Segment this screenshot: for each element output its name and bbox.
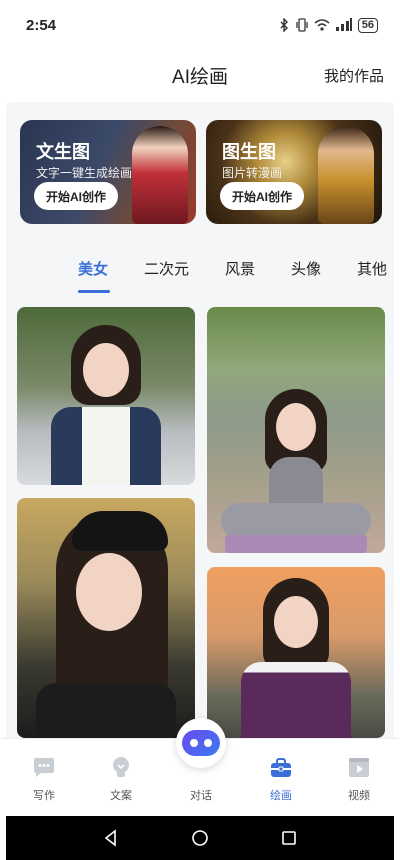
status-bar: 2:54 56: [0, 0, 400, 50]
nav-label: 写作: [33, 790, 55, 802]
active-tab-indicator: [78, 290, 110, 293]
system-navigation-bar: [6, 816, 394, 860]
banner-title: 图生图: [222, 142, 276, 162]
tab-scenery[interactable]: 风景: [225, 258, 255, 279]
nav-label: 文案: [110, 790, 132, 802]
gallery-image[interactable]: [207, 567, 385, 738]
banner-illustration: [132, 126, 188, 224]
wifi-icon: [314, 19, 330, 31]
banner-subtitle: 文字一键生成绘画: [36, 166, 133, 180]
start-ai-create-button[interactable]: 开始AI创作: [34, 182, 119, 210]
tab-avatar[interactable]: 头像: [291, 258, 321, 279]
banner-title: 文生图: [36, 142, 90, 162]
tab-beauty[interactable]: 美女: [78, 258, 108, 279]
banner-subtitle: 图片转漫画: [222, 166, 283, 180]
nav-item-painting[interactable]: 绘画: [253, 755, 309, 803]
image-to-image-banner[interactable]: 图生图 图片转漫画 开始AI创作: [206, 120, 382, 224]
portrait-figure: [26, 511, 186, 738]
category-tabs: 美女 二次元 风景 头像 其他: [6, 254, 394, 294]
portrait-figure: [51, 325, 161, 485]
nav-item-writing[interactable]: 写作: [16, 755, 72, 803]
tab-other[interactable]: 其他: [357, 258, 387, 279]
bot-icon: [182, 730, 220, 756]
video-icon: [349, 758, 369, 777]
toolbox-icon: [271, 758, 291, 777]
tab-anime[interactable]: 二次元: [144, 258, 189, 279]
home-icon[interactable]: [190, 828, 210, 848]
ai-chat-bot-button[interactable]: [176, 718, 226, 768]
portrait-figure: [241, 578, 351, 738]
recents-icon[interactable]: [279, 828, 299, 848]
gallery-image[interactable]: [207, 307, 385, 553]
battery-icon: 56: [357, 17, 378, 33]
chat-icon: [34, 758, 54, 777]
nav-item-copywriting[interactable]: 文案: [93, 755, 149, 803]
signal-icon: [335, 18, 352, 31]
app-header: AI绘画 我的作品: [0, 50, 400, 100]
content-area: 文生图 文字一键生成绘画 开始AI创作 图生图 图片转漫画 开始AI创作 美女 …: [6, 102, 394, 738]
gallery-image[interactable]: [17, 307, 195, 485]
bluetooth-icon: [280, 18, 288, 32]
status-icons: 56: [278, 17, 378, 33]
lightbulb-icon: [113, 757, 129, 777]
start-ai-create-button[interactable]: 开始AI创作: [220, 182, 305, 210]
back-icon[interactable]: [101, 828, 121, 848]
status-time: 2:54: [26, 16, 57, 34]
text-to-image-banner[interactable]: 文生图 文字一键生成绘画 开始AI创作: [20, 120, 196, 224]
gallery-image[interactable]: [17, 498, 195, 738]
nav-label: 视频: [348, 790, 370, 802]
nav-label: 对话: [190, 790, 212, 802]
portrait-figure: [221, 353, 371, 553]
nav-label: 绘画: [270, 790, 292, 802]
vibrate-icon: [296, 18, 308, 32]
banner-illustration: [318, 126, 374, 224]
nav-item-video[interactable]: 视频: [331, 755, 387, 803]
my-works-link[interactable]: 我的作品: [324, 65, 384, 86]
